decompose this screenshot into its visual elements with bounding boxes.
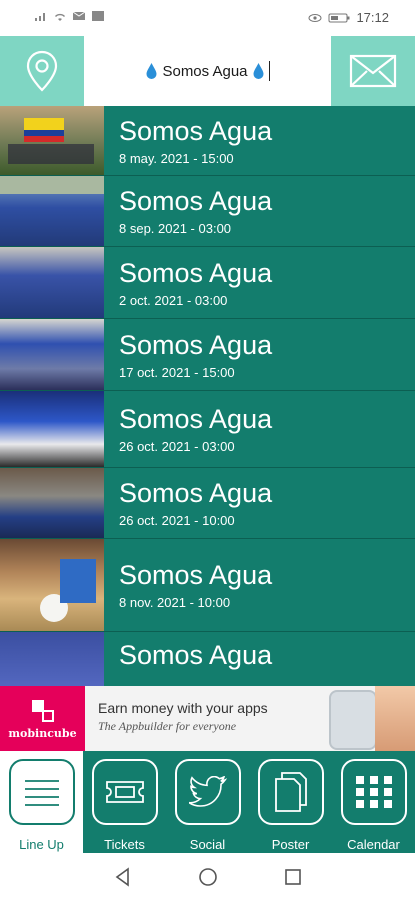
tab-label: Social <box>189 837 226 852</box>
tab-line-up[interactable]: Line Up <box>0 751 83 853</box>
status-icons-right: 17:12 <box>308 10 389 25</box>
signal-icon <box>35 13 45 21</box>
clock: 17:12 <box>356 10 389 25</box>
event-thumbnail <box>0 468 104 538</box>
ad-body: Earn money with your apps The Appbuilder… <box>85 686 415 751</box>
location-button[interactable] <box>0 36 84 106</box>
event-info: Somos Agua 2 oct. 2021 - 03:00 <box>104 247 272 318</box>
event-date: 8 nov. 2021 - 10:00 <box>119 595 231 610</box>
event-title: Somos Agua <box>119 478 273 508</box>
documents-icon <box>257 759 324 825</box>
event-info: Somos Agua 26 oct. 2021 - 03:00 <box>104 391 272 467</box>
tab-label: Calendar <box>347 837 400 852</box>
event-title: Somos Agua <box>119 329 273 360</box>
event-title: Somos Agua <box>119 640 273 670</box>
ad-logo-text: mobincube <box>8 726 77 740</box>
event-date: 26 oct. 2021 - 03:00 <box>119 439 235 454</box>
water-drop-icon <box>253 63 264 79</box>
mobincube-logo-icon <box>31 699 54 722</box>
event-title: Somos Agua <box>119 186 273 216</box>
tab-label: Line Up <box>19 837 64 852</box>
event-thumbnail <box>0 632 104 686</box>
wifi-icon <box>55 13 65 21</box>
event-date: 8 sep. 2021 - 03:00 <box>119 221 232 236</box>
event-row[interactable]: Somos Agua 26 oct. 2021 - 03:00 <box>0 391 415 468</box>
gallery-status-icon <box>92 11 104 21</box>
system-nav-bar <box>0 853 415 900</box>
mail-status-icon <box>72 11 86 20</box>
recents-icon[interactable] <box>283 867 303 887</box>
event-info: Somos Agua 26 oct. 2021 - 10:00 <box>104 468 272 538</box>
tab-calendar[interactable]: Calendar <box>332 751 415 853</box>
back-icon[interactable] <box>113 866 133 887</box>
app-header: Somos Agua <box>0 36 415 106</box>
page-title: Somos Agua <box>162 62 248 80</box>
event-info: Somos Agua 8 sep. 2021 - 03:00 <box>104 176 272 246</box>
event-row[interactable]: Somos Agua 17 oct. 2021 - 15:00 <box>0 319 415 391</box>
bottom-tab-bar: Line Up Tickets Social Poster Calendar <box>0 751 415 853</box>
event-thumbnail <box>0 391 104 467</box>
event-info: Somos Agua 8 may. 2021 - 15:00 <box>104 106 272 175</box>
event-title: Somos Agua <box>119 257 273 288</box>
event-row[interactable]: Somos Agua 26 oct. 2021 - 10:00 <box>0 468 415 539</box>
tab-label: Tickets <box>104 837 145 852</box>
event-list: Somos Agua 8 may. 2021 - 15:00 Somos Agu… <box>0 106 415 686</box>
eye-icon <box>308 13 322 22</box>
event-thumbnail <box>0 176 104 246</box>
mail-button[interactable] <box>331 36 415 106</box>
event-info: Somos Agua 8 nov. 2021 - 10:00 <box>104 539 272 631</box>
ad-person-image <box>375 686 415 751</box>
event-row[interactable]: Somos Agua 8 nov. 2021 - 10:00 <box>0 539 415 632</box>
twitter-icon <box>174 759 241 825</box>
event-date: 26 oct. 2021 - 10:00 <box>119 513 235 528</box>
event-thumbnail <box>0 539 104 631</box>
water-drop-icon <box>146 63 157 79</box>
event-thumbnail <box>0 247 104 318</box>
event-title: Somos Agua <box>119 115 273 146</box>
list-icon <box>8 759 75 825</box>
event-thumbnail <box>0 319 104 390</box>
tab-social[interactable]: Social <box>166 751 249 853</box>
map-pin-icon <box>26 50 58 92</box>
tab-tickets[interactable]: Tickets <box>83 751 166 853</box>
ad-banner[interactable]: mobincube Earn money with your apps The … <box>0 686 415 751</box>
event-title: Somos Agua <box>119 560 273 590</box>
event-date: 17 oct. 2021 - 15:00 <box>119 364 235 380</box>
home-icon[interactable] <box>198 867 218 887</box>
event-info: Somos Agua <box>104 632 272 686</box>
ticket-icon <box>91 759 158 825</box>
event-info: Somos Agua 17 oct. 2021 - 15:00 <box>104 319 272 390</box>
event-title: Somos Agua <box>119 404 273 434</box>
event-row[interactable]: Somos Agua <box>0 632 415 686</box>
status-bar: 17:12 <box>0 0 415 36</box>
grid-icon <box>340 759 407 825</box>
ad-logo: mobincube <box>0 686 85 751</box>
text-cursor <box>268 61 270 81</box>
event-row[interactable]: Somos Agua 8 may. 2021 - 15:00 <box>0 106 415 176</box>
envelope-icon <box>349 54 397 88</box>
tab-poster[interactable]: Poster <box>249 751 332 853</box>
ad-phone-image <box>329 690 377 750</box>
header-title-box: Somos Agua <box>84 36 331 106</box>
event-row[interactable]: Somos Agua 8 sep. 2021 - 03:00 <box>0 176 415 247</box>
event-date: 8 may. 2021 - 15:00 <box>119 150 234 166</box>
battery-icon <box>328 13 350 22</box>
event-date: 2 oct. 2021 - 03:00 <box>119 292 228 308</box>
event-thumbnail <box>0 106 104 175</box>
tab-label: Poster <box>271 837 310 852</box>
event-row[interactable]: Somos Agua 2 oct. 2021 - 03:00 <box>0 247 415 319</box>
status-icons-left <box>34 10 105 22</box>
